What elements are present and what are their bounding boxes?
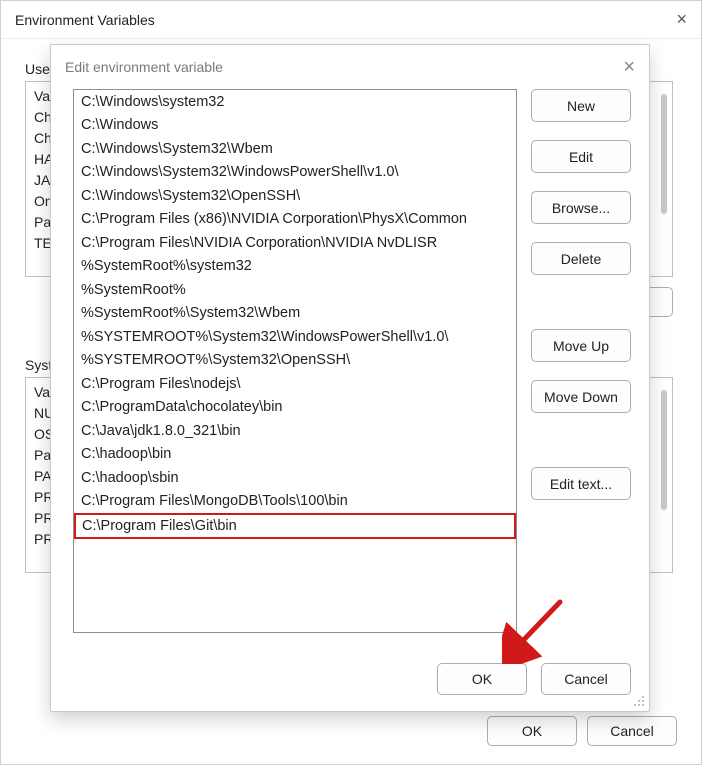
path-entry[interactable]: C:\ProgramData\chocolatey\bin (74, 396, 516, 420)
resize-grip-icon[interactable] (633, 695, 645, 707)
path-entries-listbox[interactable]: C:\Windows\system32C:\WindowsC:\Windows\… (73, 89, 517, 633)
path-entry[interactable]: C:\Windows\system32 (74, 90, 516, 114)
path-entry[interactable]: %SYSTEMROOT%\System32\OpenSSH\ (74, 349, 516, 373)
path-entry[interactable]: C:\hadoop\sbin (74, 466, 516, 490)
new-button[interactable]: New (531, 89, 631, 122)
env-cancel-button[interactable]: Cancel (587, 716, 677, 746)
scrollbar[interactable] (656, 84, 672, 274)
close-icon[interactable]: × (623, 56, 635, 79)
path-entry[interactable]: C:\Program Files\MongoDB\Tools\100\bin (74, 490, 516, 514)
path-entry[interactable]: C:\hadoop\bin (74, 443, 516, 467)
path-entry[interactable]: C:\Windows\System32\Wbem (74, 137, 516, 161)
edit-text-button[interactable]: Edit text... (531, 467, 631, 500)
path-entry[interactable]: C:\Program Files (x86)\NVIDIA Corporatio… (74, 208, 516, 232)
path-entry[interactable]: %SystemRoot%\system32 (74, 255, 516, 279)
modal-ok-button[interactable]: OK (437, 663, 527, 695)
close-icon[interactable]: × (676, 9, 687, 30)
move-down-button[interactable]: Move Down (531, 380, 631, 413)
scrollbar[interactable] (656, 380, 672, 570)
path-entry[interactable]: %SystemRoot% (74, 278, 516, 302)
path-entry[interactable]: C:\Windows\System32\WindowsPowerShell\v1… (74, 161, 516, 185)
path-entry[interactable]: C:\Program Files\NVIDIA Corporation\NVID… (74, 231, 516, 255)
modal-title: Edit environment variable (65, 59, 223, 75)
modal-cancel-button[interactable]: Cancel (541, 663, 631, 695)
move-up-button[interactable]: Move Up (531, 329, 631, 362)
path-entry[interactable]: C:\Program Files\nodejs\ (74, 372, 516, 396)
edit-button[interactable]: Edit (531, 140, 631, 173)
env-ok-button[interactable]: OK (487, 716, 577, 746)
browse-button[interactable]: Browse... (531, 191, 631, 224)
scrollbar-thumb[interactable] (661, 390, 667, 510)
scrollbar-thumb[interactable] (661, 94, 667, 214)
delete-button[interactable]: Delete (531, 242, 631, 275)
modal-titlebar: Edit environment variable × (51, 45, 649, 89)
path-entry[interactable]: %SystemRoot%\System32\Wbem (74, 302, 516, 326)
env-dialog-title: Environment Variables (15, 12, 155, 28)
env-dialog-titlebar: Environment Variables × (1, 1, 701, 39)
edit-env-variable-dialog: Edit environment variable × C:\Windows\s… (50, 44, 650, 712)
path-entry[interactable]: C:\Program Files\Git\bin (74, 513, 516, 539)
path-entry[interactable]: C:\Java\jdk1.8.0_321\bin (74, 419, 516, 443)
path-entry[interactable]: C:\Windows\System32\OpenSSH\ (74, 184, 516, 208)
path-entry[interactable]: C:\Windows (74, 114, 516, 138)
path-entry[interactable]: %SYSTEMROOT%\System32\WindowsPowerShell\… (74, 325, 516, 349)
